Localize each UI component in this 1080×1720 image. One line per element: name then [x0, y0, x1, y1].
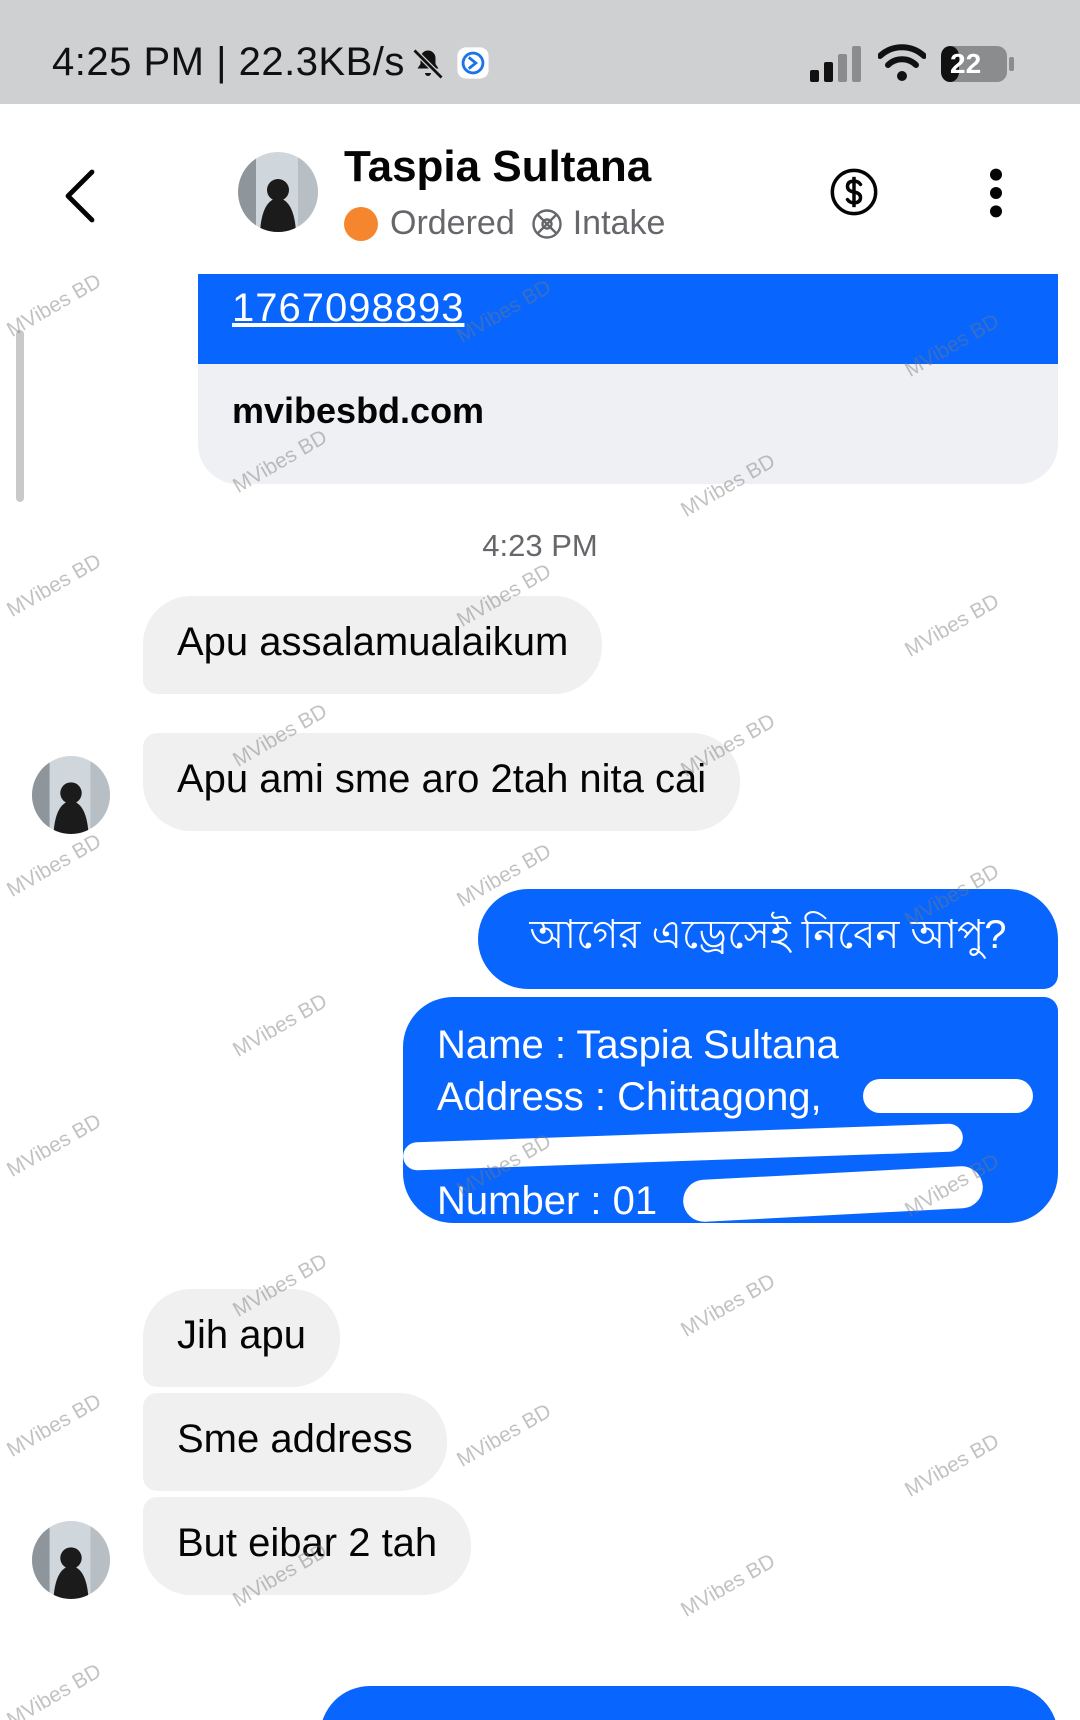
message-bubble-outgoing-address[interactable]: Name : Taspia Sultana Address : Chittago… — [402, 997, 1058, 1223]
watermark: MVibes BD — [229, 989, 332, 1062]
contact-avatar[interactable] — [238, 152, 318, 232]
intake-icon — [532, 208, 562, 239]
link-preview-card[interactable]: 1767098893 mvibesbd.com — [198, 274, 1058, 484]
status-time: 4:25 PM | 22.3KB/s — [52, 40, 405, 84]
chat-header: Taspia Sultana Ordered Intake — [0, 104, 1080, 274]
address-line-name: Name : Taspia Sultana — [437, 1023, 839, 1067]
ordered-status-dot — [344, 206, 378, 241]
watermark: MVibes BD — [453, 1399, 556, 1472]
intake-label: Intake — [572, 204, 666, 242]
ordered-label: Ordered — [390, 204, 515, 242]
message-bubble-incoming[interactable]: Apu ami sme aro 2tah nita cai — [143, 733, 741, 831]
watermark: MVibes BD — [3, 1109, 106, 1182]
message-bubble-incoming[interactable]: Sme address — [143, 1393, 447, 1491]
redaction-scribble — [863, 1079, 1033, 1113]
app-notification-icon — [457, 47, 489, 79]
message-bubble-outgoing-partial[interactable] — [320, 1686, 1058, 1720]
chevron-left-icon[interactable] — [56, 166, 104, 226]
link-url[interactable]: 1767098893 — [232, 286, 464, 331]
sender-avatar[interactable] — [32, 1521, 110, 1599]
link-preview-url-area[interactable]: 1767098893 — [198, 274, 1058, 364]
bell-off-icon — [412, 48, 444, 80]
more-vertical-icon[interactable] — [982, 168, 1010, 218]
message-timestamp: 4:23 PM — [482, 528, 598, 563]
message-bubble-incoming[interactable]: But eibar 2 tah — [143, 1497, 472, 1595]
watermark: MVibes BD — [677, 1269, 780, 1342]
signal-icon — [810, 46, 861, 82]
battery-level: 22 — [950, 48, 982, 79]
message-bubble-incoming[interactable]: Apu assalamualaikum — [143, 596, 603, 694]
scrollbar-thumb[interactable] — [16, 330, 24, 502]
watermark: MVibes BD — [677, 1549, 780, 1622]
link-domain[interactable]: mvibesbd.com — [232, 390, 484, 432]
watermark: MVibes BD — [901, 589, 1004, 662]
status-bar: 4:25 PM | 22.3KB/s 22 — [0, 0, 1080, 104]
contact-name[interactable]: Taspia Sultana — [344, 142, 651, 192]
dollar-circle-icon[interactable] — [828, 166, 880, 218]
contact-status: Ordered Intake — [344, 204, 665, 243]
message-list[interactable]: 1767098893 mvibesbd.com 4:23 PM Apu assa… — [0, 274, 1080, 1720]
watermark: MVibes BD — [901, 1429, 1004, 1502]
watermark: MVibes BD — [3, 829, 106, 902]
wifi-icon — [878, 44, 926, 81]
message-bubble-incoming[interactable]: Jih apu — [143, 1289, 340, 1387]
watermark: MVibes BD — [3, 1659, 106, 1720]
sender-avatar[interactable] — [32, 756, 110, 834]
watermark: MVibes BD — [3, 1389, 106, 1462]
battery-indicator: 22 — [940, 44, 1016, 84]
message-bubble-outgoing[interactable]: আগের এড্রেসেই নিবেন আপু? — [478, 889, 1058, 989]
